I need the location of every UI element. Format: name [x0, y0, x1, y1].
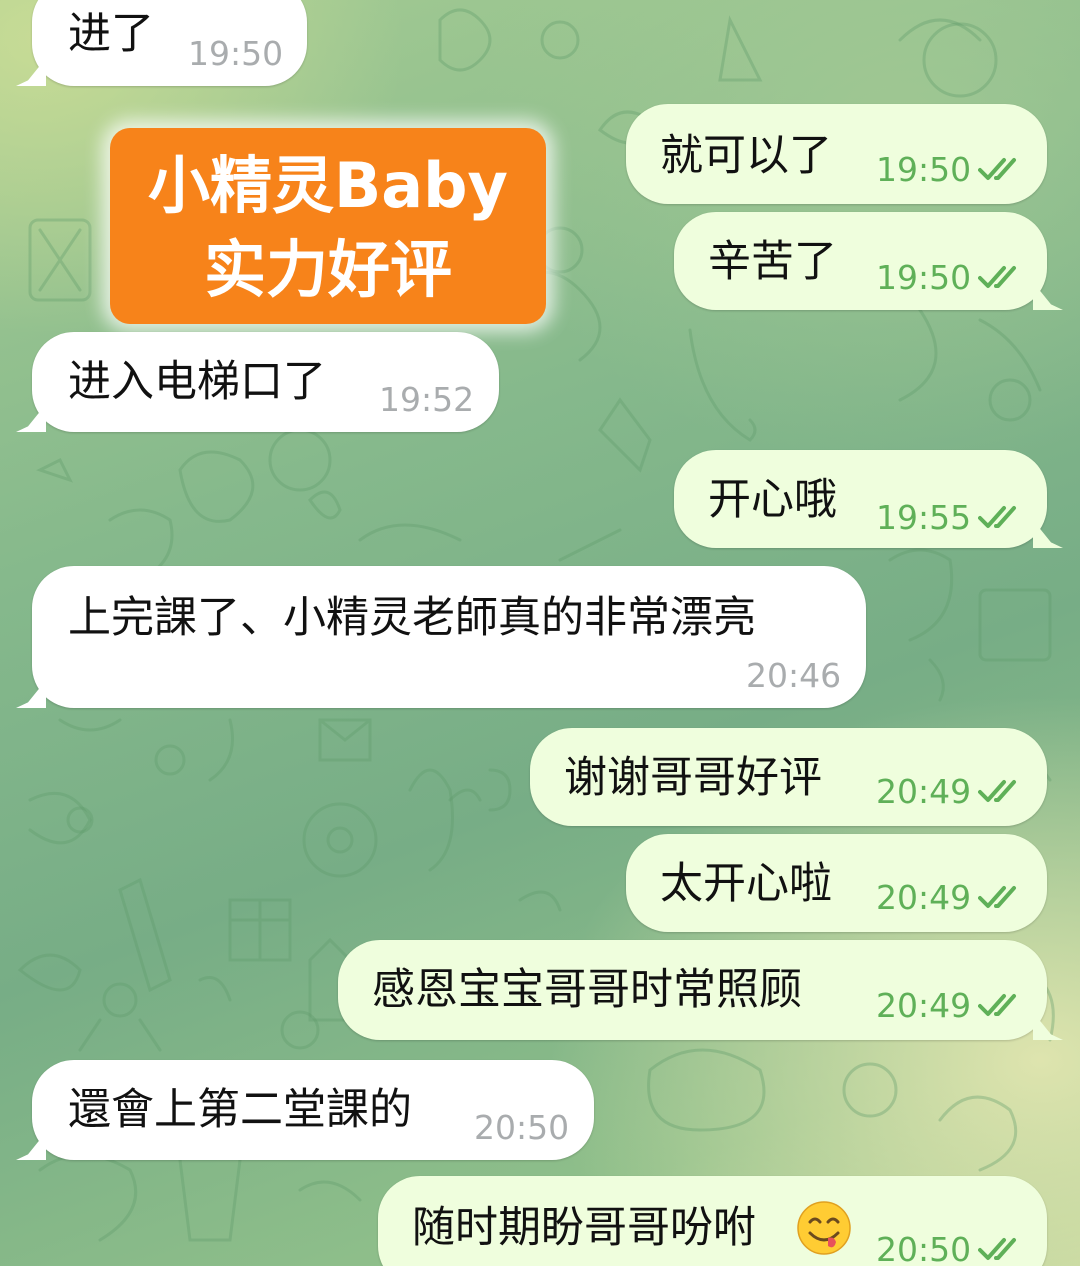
promo-badge: 小精灵Baby 实力好评	[110, 128, 546, 324]
message-bubble-outgoing[interactable]: 谢谢哥哥好评 20:49	[530, 728, 1047, 826]
message-time: 19:52	[379, 380, 475, 419]
message-time: 20:49	[876, 986, 972, 1025]
message-text: 进入电梯口了	[68, 357, 326, 407]
message-bubble-incoming[interactable]: 进入电梯口了 19:52	[16, 332, 499, 432]
message-time: 20:50	[474, 1108, 570, 1147]
message-bubble-outgoing[interactable]: 太开心啦 20:49	[626, 834, 1047, 932]
message-bubble-incoming[interactable]: 进了 19:50	[16, 0, 307, 86]
message-text: 开心哦	[708, 475, 837, 525]
message-bubble-outgoing[interactable]: 随时期盼哥哥吩咐 20:50	[378, 1176, 1047, 1266]
message-bubble-incoming[interactable]: 上完課了、小精灵老師真的非常漂亮 20:46	[16, 566, 866, 708]
double-check-icon	[978, 994, 1016, 1016]
message-text: 還會上第二堂課的	[68, 1085, 412, 1135]
message-text: 谢谢哥哥好评	[564, 753, 822, 803]
double-check-icon	[978, 1238, 1016, 1260]
message-time: 19:50	[876, 150, 972, 189]
message-bubble-outgoing[interactable]: 就可以了 19:50	[626, 104, 1047, 204]
double-check-icon	[978, 506, 1016, 528]
message-text: 上完課了、小精灵老師真的非常漂亮	[68, 593, 756, 643]
message-bubble-outgoing[interactable]: 感恩宝宝哥哥时常照顾 20:49	[338, 940, 1063, 1040]
message-time: 19:50	[188, 34, 284, 73]
message-time: 20:46	[746, 656, 842, 695]
message-time: 19:50	[876, 258, 972, 297]
double-check-icon	[978, 886, 1016, 908]
message-bubble-incoming[interactable]: 還會上第二堂課的 20:50	[16, 1060, 594, 1160]
message-bubble-outgoing[interactable]: 辛苦了 19:50	[674, 212, 1063, 310]
double-check-icon	[978, 266, 1016, 288]
message-text: 太开心啦	[660, 859, 832, 909]
message-text: 随时期盼哥哥吩咐	[412, 1203, 756, 1253]
promo-subtitle: 实力好评	[203, 233, 452, 306]
message-text: 辛苦了	[708, 237, 837, 287]
message-bubble-outgoing[interactable]: 开心哦 19:55	[674, 450, 1063, 548]
message-time: 20:50	[876, 1230, 972, 1266]
message-time: 19:55	[876, 498, 972, 537]
message-time: 20:49	[876, 878, 972, 917]
chat-background: 进了 19:50 小精灵Baby 实力好评 就可以了 19:50 辛苦了 19:…	[0, 0, 1080, 1266]
message-text: 就可以了	[660, 131, 832, 181]
yum-face-emoji	[797, 1201, 851, 1255]
promo-title: 小精灵Baby	[148, 149, 508, 222]
double-check-icon	[978, 780, 1016, 802]
message-time: 20:49	[876, 772, 972, 811]
message-text: 感恩宝宝哥哥时常照顾	[372, 965, 802, 1015]
double-check-icon	[978, 158, 1016, 180]
message-text: 进了	[68, 9, 154, 59]
